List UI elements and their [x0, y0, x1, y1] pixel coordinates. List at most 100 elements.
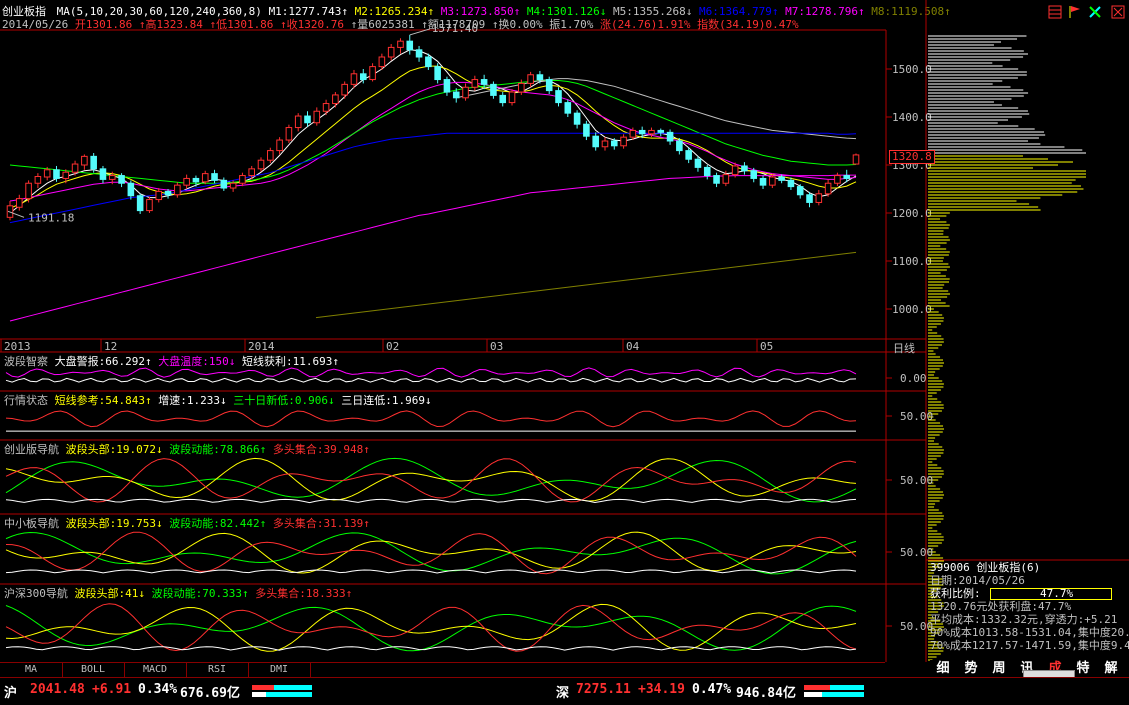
indicator-name: 沪深300导航 [4, 587, 68, 600]
time-label: 2014 [248, 340, 275, 353]
side-tab-0[interactable]: 细 [930, 660, 956, 677]
status-bar: 沪 2041.48 +6.91 0.34% 676.69亿 深 7275.11 … [0, 677, 1129, 705]
candle-body [118, 175, 125, 184]
candle-body [359, 73, 367, 81]
candle-body [387, 46, 395, 58]
indicator-item: 短线获利:11.693↑ [235, 355, 339, 368]
candle-body [425, 56, 432, 68]
time-label: 02 [386, 340, 399, 353]
indicator-item: 大盘警报:66.292↑ [48, 355, 152, 368]
info-line: 90%成本1013.58-1531.04,集中度20.3 [930, 626, 1129, 639]
candle-body [332, 94, 339, 105]
indicator-line [5, 603, 857, 652]
candle-body [183, 177, 190, 186]
indicator-line [5, 377, 857, 383]
ma-line-M8-long [315, 251, 857, 319]
indicator-title-3: 中小板导航 波段头部:19.753↓ 波段动能:82.442↑ 多头集合:31.… [4, 515, 370, 531]
candle-body [490, 83, 497, 96]
indicator-title-0: 波段智察 大盘警报:66.292↑ 大盘温度:150↓ 短线获利:11.693↑ [4, 353, 339, 369]
sh-index: 2041.48 [30, 682, 85, 697]
tab-macd[interactable]: MACD [124, 663, 187, 677]
price-tick-label: 1000.0 [892, 303, 932, 316]
indicator-tabbar: MA BOLL MACD RSI DMI [0, 662, 885, 677]
info-line: 70%成本1217.57-1471.59,集中度9.4 [930, 639, 1129, 652]
tab-rsi[interactable]: RSI [186, 663, 249, 677]
tab-boll[interactable]: BOLL [62, 663, 125, 677]
candle-body [824, 182, 832, 195]
indicator-axis-label: 0.00 [900, 372, 927, 385]
candle-body [155, 190, 163, 201]
side-tab-2[interactable]: 周 [986, 660, 1012, 677]
indicator-item: 大盘温度:150↓ [151, 355, 236, 368]
candle-body [796, 186, 804, 196]
sh-amount: 676.69亿 [180, 686, 240, 701]
price-tick-label: 1200.0 [892, 207, 932, 220]
candle-body [313, 110, 321, 124]
price-tick-label: 1500.0 [892, 63, 932, 76]
sh-label: 沪 [4, 686, 18, 701]
candle-body [434, 66, 441, 81]
candle-body [267, 150, 274, 161]
indicator-axis-label: 50.00 [900, 410, 933, 423]
tab-ma[interactable]: MA [0, 663, 63, 677]
candle-body [648, 129, 655, 135]
candle-body [694, 158, 702, 168]
candle-body [127, 182, 135, 197]
candle-body [16, 198, 23, 208]
candle-body [731, 165, 739, 176]
candle-body [294, 115, 302, 129]
candle-body [164, 190, 172, 196]
indicator-item: 波段头部:19.753↓ [59, 517, 163, 530]
candle-body [285, 127, 293, 141]
candle-body [508, 91, 516, 104]
period-label[interactable]: 日线 [893, 340, 915, 356]
indicator-item: 三十日新低:0.906↓ [226, 394, 335, 407]
time-label: 03 [490, 340, 503, 353]
candle-body [99, 168, 107, 180]
indicator-line [5, 603, 857, 652]
annotations: 1571.40 1191.18 [7, 22, 478, 224]
indicator-title-4: 沪深300导航 波段头部:41↓ 波段动能:70.333↑ 多头集合:18.33… [4, 585, 352, 601]
side-tab-6[interactable]: 解 [1098, 660, 1124, 677]
sh-pct: 0.34% [138, 682, 178, 697]
candle-body [573, 112, 581, 125]
candle-body [276, 139, 283, 152]
side-tab-1[interactable]: 势 [958, 660, 984, 677]
ma-line-M2 [9, 65, 857, 209]
candle-body [25, 182, 32, 200]
candle-body [759, 177, 767, 186]
time-axis: 2013 12 2014 02 03 04 05 [0, 339, 773, 353]
low-annotation: 1191.18 [28, 211, 74, 224]
ma-lines [9, 49, 857, 322]
candle-body [843, 175, 850, 179]
sz-breadth-bar [804, 684, 864, 702]
candle-body [610, 140, 618, 147]
candle-body [239, 175, 246, 184]
time-label: 05 [760, 340, 773, 353]
tab-dmi[interactable]: DMI [248, 663, 311, 677]
candle-body [555, 90, 562, 104]
candle-body [378, 56, 386, 68]
candle-body [666, 131, 674, 142]
candle-body [778, 176, 785, 181]
sz-index: 7275.11 [576, 682, 631, 697]
candle-body [211, 173, 218, 181]
candle-body [304, 115, 311, 124]
candle-body [685, 150, 692, 160]
indicator-name: 中小板导航 [4, 517, 59, 530]
info-panel: 399006 创业板指(6) 日期:2014/05/26 获利比例: 47.7%… [930, 561, 1129, 652]
candle-body [136, 195, 144, 212]
candle-body [518, 82, 525, 93]
candle-body [564, 102, 572, 114]
candle-body [90, 155, 97, 170]
price-tick-label: 1400.0 [892, 111, 932, 124]
candle-body [601, 140, 609, 148]
candle-body [713, 175, 720, 184]
candle-body [703, 166, 711, 177]
indicator-axis-label: 50.00 [900, 620, 933, 633]
candle-body [43, 169, 51, 178]
candle-body [769, 176, 776, 186]
price-tick-label: 1100.0 [892, 255, 932, 268]
candle-body [257, 159, 265, 170]
candle-body [81, 155, 88, 166]
